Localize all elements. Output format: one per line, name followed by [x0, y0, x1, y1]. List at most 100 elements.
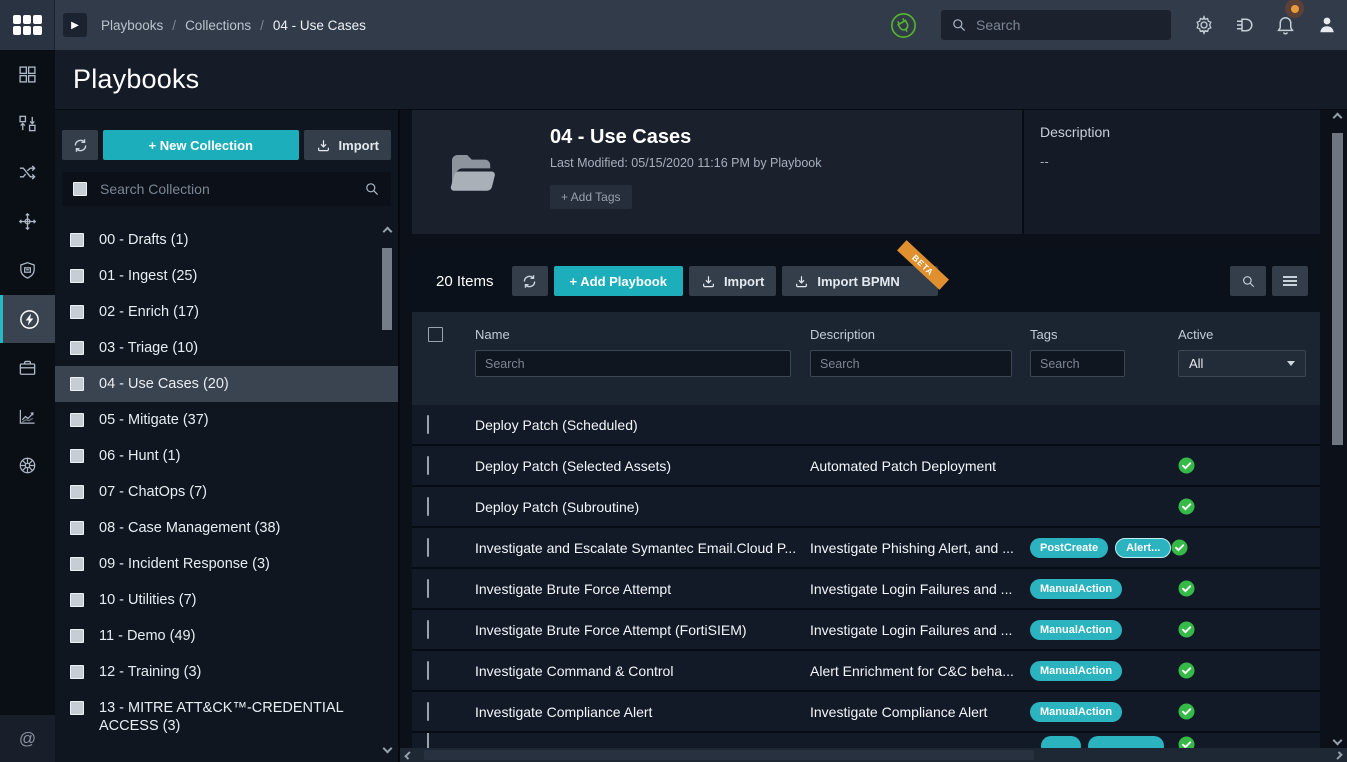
playbook-name[interactable]: Deploy Patch (Selected Assets) [459, 458, 795, 474]
scroll-up-icon[interactable] [382, 227, 392, 237]
global-search[interactable] [941, 10, 1171, 40]
row-checkbox[interactable] [427, 456, 429, 475]
collection-item[interactable]: 06 - Hunt (1) [55, 438, 398, 474]
breadcrumb-play-button[interactable]: ▶ [63, 13, 87, 37]
app-logo[interactable] [0, 0, 55, 50]
playbook-name[interactable]: Investigate and Escalate Symantec Email.… [459, 540, 795, 556]
tag-pill[interactable] [1041, 736, 1081, 748]
collection-checkbox[interactable] [70, 593, 84, 607]
column-header-description[interactable]: Description [795, 327, 1017, 342]
row-checkbox[interactable] [427, 579, 429, 598]
collection-checkbox[interactable] [70, 413, 84, 427]
collection-search-input[interactable] [100, 181, 351, 197]
table-search-button[interactable] [1230, 266, 1266, 296]
collection-item[interactable]: 01 - Ingest (25) [55, 258, 398, 294]
collection-item[interactable]: 05 - Mitigate (37) [55, 402, 398, 438]
collections-scrollbar[interactable] [381, 228, 393, 752]
column-header-name[interactable]: Name [459, 327, 795, 342]
rail-shuffle-icon[interactable] [0, 148, 55, 197]
select-all-checkbox[interactable] [428, 327, 443, 342]
rail-shield-icon[interactable] [0, 246, 55, 295]
connector-status-icon[interactable] [890, 12, 917, 39]
collection-checkbox[interactable] [70, 665, 84, 679]
collection-item[interactable]: 11 - Demo (49) [55, 618, 398, 654]
table-row[interactable]: Investigate Brute Force Attempt Investig… [412, 569, 1320, 610]
collection-checkbox[interactable] [70, 629, 84, 643]
select-all-collections-checkbox[interactable] [73, 182, 87, 196]
collection-checkbox[interactable] [70, 305, 84, 319]
column-header-active[interactable]: Active [1167, 327, 1320, 342]
scrollbar-thumb[interactable] [1332, 133, 1343, 445]
collection-item[interactable]: 07 - ChatOps (7) [55, 474, 398, 510]
active-filter-dropdown[interactable]: All [1178, 350, 1306, 377]
rail-chart-icon[interactable] [0, 392, 55, 441]
playbook-name[interactable]: Investigate Command & Control [459, 663, 795, 679]
add-playbook-button[interactable]: + Add Playbook [554, 266, 683, 296]
global-search-input[interactable] [976, 17, 1161, 33]
scrollbar-thumb[interactable] [424, 750, 1034, 760]
row-checkbox[interactable] [427, 702, 429, 721]
playbook-name[interactable]: Deploy Patch (Subroutine) [459, 499, 795, 515]
row-checkbox[interactable] [427, 620, 429, 639]
notifications-bell-icon[interactable] [1265, 0, 1306, 50]
collection-search[interactable] [62, 172, 391, 206]
table-row[interactable]: Deploy Patch (Subroutine) [412, 487, 1320, 528]
row-checkbox[interactable] [427, 538, 429, 557]
scroll-right-icon[interactable] [1334, 751, 1342, 759]
table-row[interactable]: Investigate Brute Force Attempt (FortiSI… [412, 610, 1320, 651]
tag-pill[interactable]: ManualAction [1030, 661, 1122, 681]
rail-import-export-icon[interactable] [0, 99, 55, 148]
rail-briefcase-icon[interactable] [0, 343, 55, 392]
playbook-name[interactable]: Investigate Brute Force Attempt [459, 581, 795, 597]
table-row[interactable]: Deploy Patch (Scheduled) [412, 405, 1320, 446]
collection-item[interactable]: 00 - Drafts (1) [55, 222, 398, 258]
horizontal-scrollbar[interactable] [400, 748, 1347, 762]
refresh-collections-button[interactable] [62, 130, 98, 160]
scrollbar-thumb[interactable] [382, 248, 392, 330]
tag-pill[interactable]: ManualAction [1030, 620, 1122, 640]
tag-pill[interactable]: Alert... [1115, 538, 1171, 558]
collection-checkbox[interactable] [70, 233, 84, 247]
tags-filter-input[interactable] [1040, 357, 1115, 371]
breadcrumb-collections[interactable]: Collections [185, 18, 251, 33]
table-row-partial[interactable] [412, 733, 1320, 748]
playbook-name[interactable]: Investigate Compliance Alert [459, 704, 795, 720]
rail-wheel-icon[interactable] [0, 441, 55, 490]
tag-pill[interactable]: ManualAction [1030, 702, 1122, 722]
user-avatar-icon[interactable] [1306, 0, 1347, 50]
table-row[interactable]: Investigate Command & Control Alert Enri… [412, 651, 1320, 692]
refresh-table-button[interactable] [512, 266, 548, 296]
collection-item[interactable]: 02 - Enrich (17) [55, 294, 398, 330]
table-row[interactable]: Investigate Compliance Alert Investigate… [412, 692, 1320, 733]
table-menu-button[interactable] [1272, 266, 1308, 296]
row-checkbox[interactable] [427, 661, 429, 680]
collection-item-selected[interactable]: 04 - Use Cases (20) [55, 366, 398, 402]
table-row[interactable]: Investigate and Escalate Symantec Email.… [412, 528, 1320, 569]
table-row[interactable]: Deploy Patch (Selected Assets) Automated… [412, 446, 1320, 487]
new-collection-button[interactable]: + New Collection [103, 130, 299, 160]
collection-checkbox[interactable] [70, 449, 84, 463]
rail-mentions-at-icon[interactable]: @ [0, 715, 55, 762]
collection-checkbox[interactable] [70, 269, 84, 283]
collection-checkbox[interactable] [70, 485, 84, 499]
collection-item[interactable]: 13 - MITRE ATT&CK™-CREDENTIAL ACCESS (3) [55, 690, 398, 744]
main-scrollbar[interactable] [1331, 114, 1343, 744]
scroll-left-icon[interactable] [404, 751, 412, 759]
scroll-up-icon[interactable] [1332, 113, 1342, 123]
collection-item[interactable]: 09 - Incident Response (3) [55, 546, 398, 582]
collection-checkbox[interactable] [70, 341, 84, 355]
import-bpmn-button[interactable]: Import BPMN [782, 266, 937, 296]
add-tags-button[interactable]: + Add Tags [550, 185, 632, 209]
tag-pill[interactable]: PostCreate [1030, 538, 1108, 558]
name-filter-input[interactable] [485, 357, 781, 371]
collection-checkbox[interactable] [70, 557, 84, 571]
playbook-name[interactable]: Investigate Brute Force Attempt (FortiSI… [459, 622, 795, 638]
collection-checkbox[interactable] [70, 701, 84, 715]
row-checkbox[interactable] [427, 497, 429, 516]
connectors-icon[interactable] [1224, 0, 1265, 50]
breadcrumb-playbooks[interactable]: Playbooks [101, 18, 163, 33]
rail-dashboard-icon[interactable] [0, 50, 55, 99]
column-header-tags[interactable]: Tags [1017, 327, 1167, 342]
scroll-down-icon[interactable] [1332, 736, 1342, 746]
tag-pill[interactable]: ManualAction [1030, 579, 1122, 599]
